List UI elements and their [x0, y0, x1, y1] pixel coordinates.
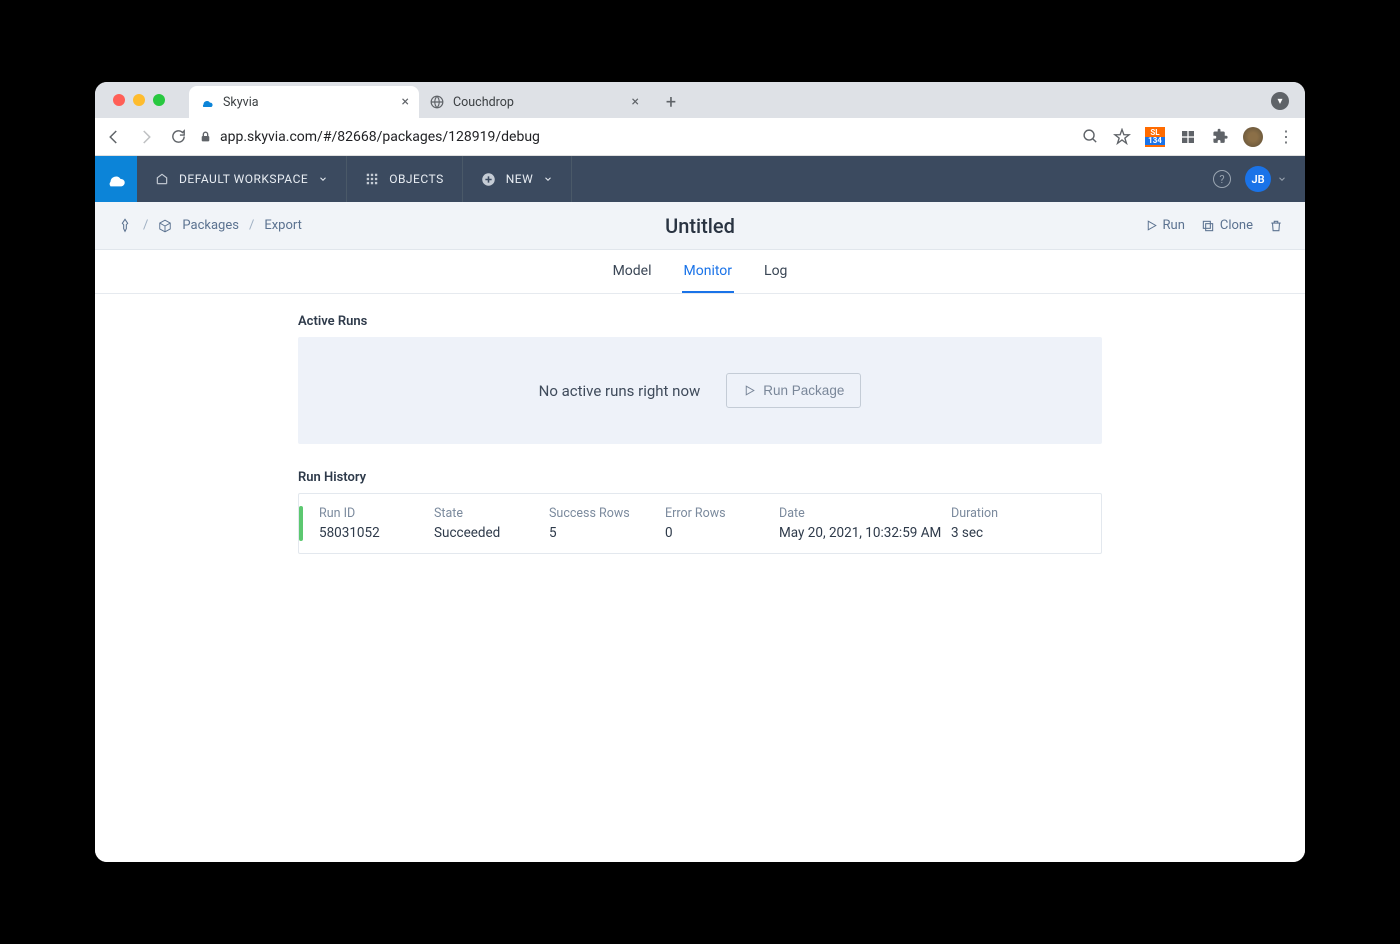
back-icon[interactable] [105, 128, 123, 146]
breadcrumb-packages[interactable]: Packages [182, 218, 239, 233]
new-label: NEW [506, 172, 534, 186]
reload-icon[interactable] [169, 128, 187, 146]
subbar-actions: Run Clone [1145, 218, 1283, 233]
breadcrumb-export[interactable]: Export [264, 218, 302, 233]
star-icon[interactable] [1113, 128, 1131, 146]
col-error-rows: Error Rows 0 [665, 506, 779, 541]
grid-extension-icon[interactable] [1179, 128, 1197, 146]
help-icon[interactable]: ? [1213, 170, 1231, 188]
maximize-window-button[interactable] [153, 94, 165, 106]
url-field[interactable]: app.skyvia.com/#/82668/packages/128919/d… [199, 129, 1069, 145]
plus-circle-icon [481, 172, 496, 187]
pin-icon[interactable] [117, 218, 133, 234]
workspace-selector[interactable]: DEFAULT WORKSPACE [137, 156, 347, 202]
app-navbar: DEFAULT WORKSPACE OBJECTS NEW ? JB [95, 156, 1305, 202]
skyvia-favicon [199, 94, 215, 110]
profile-avatar[interactable] [1243, 127, 1263, 147]
close-tab-icon[interactable]: × [402, 94, 409, 110]
chevron-down-icon [318, 174, 328, 184]
close-tab-icon[interactable]: × [632, 94, 639, 110]
zoom-icon[interactable] [1081, 128, 1099, 146]
lock-icon [199, 130, 212, 143]
package-icon [158, 219, 172, 233]
extension-badge[interactable]: SL 134 [1145, 127, 1165, 147]
kebab-menu-icon[interactable]: ⋮ [1277, 128, 1295, 146]
toolbar-right: SL 134 ⋮ [1081, 127, 1295, 147]
run-history-title: Run History [298, 470, 1102, 485]
no-active-runs-text: No active runs right now [539, 382, 701, 400]
col-duration: Duration 3 sec [951, 506, 1051, 541]
tab-label: Skyvia [223, 95, 259, 110]
chevron-down-icon[interactable] [1277, 174, 1287, 184]
col-success-rows: Success Rows 5 [549, 506, 665, 541]
delete-button[interactable] [1269, 219, 1283, 233]
status-stripe-success [299, 506, 303, 541]
objects-label: OBJECTS [389, 172, 444, 186]
workspace-icon [155, 172, 169, 186]
window-controls [113, 94, 165, 106]
tabs-container: Skyvia × Couchdrop × + [189, 82, 685, 118]
objects-nav[interactable]: OBJECTS [347, 156, 463, 202]
play-icon [1145, 219, 1158, 232]
tab-monitor[interactable]: Monitor [682, 251, 735, 293]
trash-icon [1269, 219, 1283, 233]
extensions-puzzle-icon[interactable] [1211, 128, 1229, 146]
address-bar: app.skyvia.com/#/82668/packages/128919/d… [95, 118, 1305, 156]
url-text: app.skyvia.com/#/82668/packages/128919/d… [220, 129, 540, 145]
content-area: Active Runs No active runs right now Run… [95, 294, 1305, 862]
minimize-window-button[interactable] [133, 94, 145, 106]
tab-model[interactable]: Model [611, 251, 654, 293]
user-avatar[interactable]: JB [1245, 166, 1271, 192]
tab-log[interactable]: Log [762, 251, 789, 293]
sub-bar: / Packages / Export Untitled Run Clone [95, 202, 1305, 250]
chrome-profile-button[interactable] [1271, 92, 1289, 110]
browser-window: Skyvia × Couchdrop × + app.skyvia.c [95, 82, 1305, 862]
globe-favicon [429, 94, 445, 110]
nav-right: ? JB [1213, 156, 1305, 202]
app-logo[interactable] [95, 156, 137, 202]
grid-icon [365, 172, 379, 186]
new-tab-button[interactable]: + [657, 88, 685, 116]
tab-couchdrop[interactable]: Couchdrop × [419, 86, 649, 118]
close-window-button[interactable] [113, 94, 125, 106]
play-icon [743, 384, 756, 397]
chevron-down-icon [543, 174, 553, 184]
col-date: Date May 20, 2021, 10:32:59 AM [779, 506, 951, 541]
active-runs-box: No active runs right now Run Package [298, 337, 1102, 444]
active-runs-title: Active Runs [298, 314, 1102, 329]
nav-icons [105, 128, 187, 146]
clone-button[interactable]: Clone [1201, 218, 1253, 233]
run-button[interactable]: Run [1145, 218, 1185, 233]
run-package-button[interactable]: Run Package [726, 373, 861, 408]
col-state: State Succeeded [434, 506, 549, 541]
tab-label: Couchdrop [453, 95, 514, 110]
page-title: Untitled [665, 214, 735, 238]
view-tabs: Model Monitor Log [95, 250, 1305, 294]
breadcrumb: / Packages / Export [117, 218, 302, 234]
chrome-tab-strip: Skyvia × Couchdrop × + [95, 82, 1305, 118]
workspace-label: DEFAULT WORKSPACE [179, 172, 308, 186]
copy-icon [1201, 219, 1215, 233]
tab-skyvia[interactable]: Skyvia × [189, 86, 419, 118]
col-run-id: Run ID 58031052 [319, 506, 434, 541]
forward-icon[interactable] [137, 128, 155, 146]
history-row[interactable]: Run ID 58031052 State Succeeded Success … [298, 493, 1102, 554]
new-menu[interactable]: NEW [463, 156, 573, 202]
